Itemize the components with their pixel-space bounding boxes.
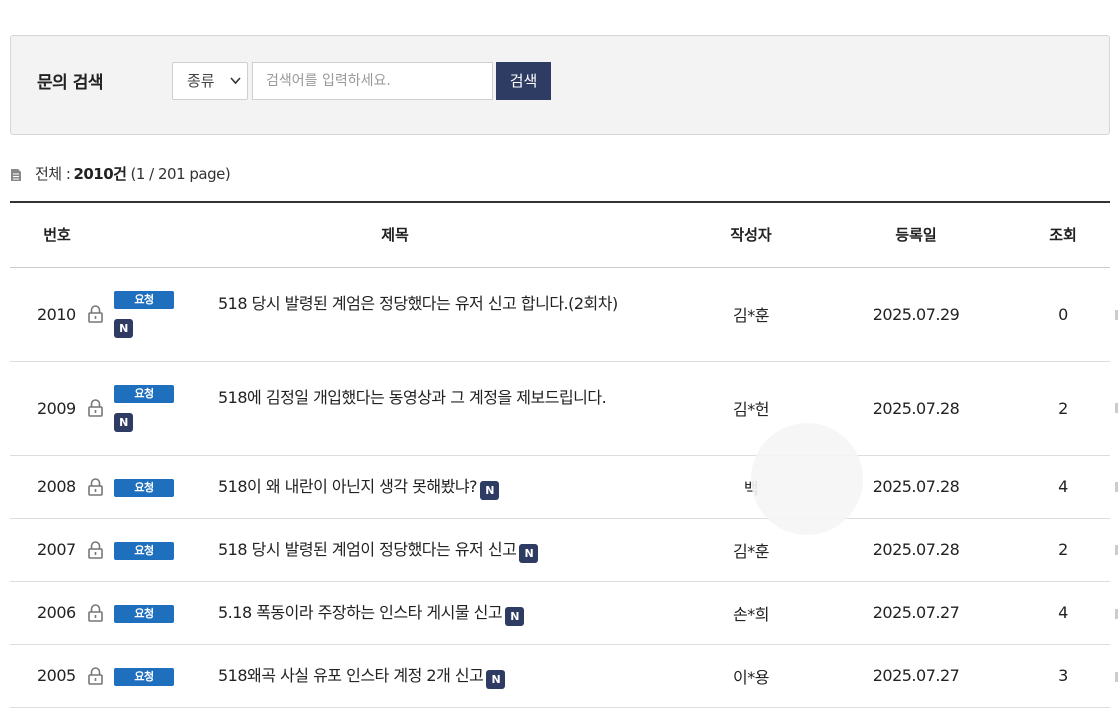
row-title-link[interactable]: 518왜곡 사실 유포 인스타 계정 2개 신고 bbox=[218, 666, 484, 685]
table-row[interactable]: 2009 요청 N 518에 김정일 개입했다는 동영상과 그 계정을 제보드립니… bbox=[10, 361, 1111, 456]
new-badge: N bbox=[486, 670, 506, 689]
table-header-row: 번호 제목 작성자 등록일 조회 bbox=[10, 201, 1111, 268]
lock-icon bbox=[87, 666, 103, 685]
row-date: 2025.07.29 bbox=[872, 304, 960, 324]
inquiry-table: 번호 제목 작성자 등록일 조회 2010 요청 N 518 당시 발령된 계엄은… bbox=[10, 201, 1111, 708]
row-date: 2025.07.27 bbox=[872, 603, 960, 622]
row-views: 2 bbox=[1058, 398, 1068, 418]
page-info: (1 / 201 page) bbox=[130, 164, 231, 183]
header-title: 제목 bbox=[104, 201, 687, 268]
new-badge: N bbox=[114, 318, 133, 338]
row-number: 2008 bbox=[37, 477, 76, 496]
row-views: 0 bbox=[1058, 304, 1068, 324]
new-badge: N bbox=[114, 412, 133, 432]
chevron-down-icon bbox=[230, 63, 241, 114]
search-input[interactable] bbox=[252, 62, 493, 100]
row-author: 손*희 bbox=[733, 604, 769, 624]
row-date: 2025.07.28 bbox=[872, 540, 960, 559]
row-number: 2009 bbox=[37, 398, 76, 418]
header-date: 등록일 bbox=[816, 201, 1017, 268]
request-badge: 요청 bbox=[114, 605, 174, 623]
category-select-value: 종류 bbox=[187, 72, 215, 90]
table-row[interactable]: 2008 요청 518이 왜 내란이 아닌지 생각 못해봤냐?N 백 2025.… bbox=[10, 455, 1111, 519]
row-views: 2 bbox=[1058, 540, 1068, 559]
lock-icon bbox=[87, 540, 103, 559]
header-num: 번호 bbox=[10, 201, 104, 268]
row-title-link[interactable]: 518이 왜 내란이 아닌지 생각 못해봤냐? bbox=[218, 477, 478, 496]
row-number: 2007 bbox=[37, 540, 76, 559]
request-badge: 요청 bbox=[114, 668, 174, 686]
row-author: 이*용 bbox=[733, 667, 769, 687]
row-number: 2006 bbox=[37, 603, 76, 622]
row-date: 2025.07.27 bbox=[872, 666, 960, 685]
document-icon bbox=[11, 168, 21, 181]
row-views: 3 bbox=[1058, 666, 1068, 685]
row-number: 2005 bbox=[37, 666, 76, 685]
overlay-circle bbox=[751, 423, 863, 535]
request-badge: 요청 bbox=[114, 384, 174, 403]
new-badge: N bbox=[480, 481, 500, 500]
table-row[interactable]: 2005 요청 518왜곡 사실 유포 인스타 계정 2개 신고 N 이*용 20… bbox=[10, 644, 1111, 708]
total-count: 전체 : 2010건 (1 / 201 page) bbox=[10, 163, 231, 184]
search-title: 문의 검색 bbox=[37, 73, 103, 93]
category-select[interactable]: 종류 bbox=[172, 62, 248, 100]
request-badge: 요청 bbox=[114, 542, 174, 560]
row-title-link[interactable]: 518에 김정일 개입했다는 동영상과 그 계정을 제보드립니다. bbox=[218, 388, 607, 407]
row-author: 김*헌 bbox=[733, 400, 769, 419]
request-badge: 요청 bbox=[114, 479, 174, 497]
search-panel: 문의 검색 종류 검색 bbox=[10, 35, 1110, 135]
row-author: 김*훈 bbox=[733, 306, 769, 325]
row-date: 2025.07.28 bbox=[872, 398, 960, 418]
row-views: 4 bbox=[1058, 477, 1068, 496]
row-date: 2025.07.28 bbox=[872, 477, 960, 496]
table-row[interactable]: 2010 요청 N 518 당시 발령된 계엄은 정당했다는 유저 신고 합니다.… bbox=[10, 267, 1111, 362]
lock-icon bbox=[87, 399, 103, 417]
row-title-link[interactable]: 5.18 폭동이라 주장하는 인스타 게시물 신고 bbox=[218, 603, 503, 622]
table-row[interactable]: 2007 요청 518 당시 발령된 계엄이 정당했다는 유저 신고 N 김*훈 … bbox=[10, 518, 1111, 582]
table-row[interactable]: 2006 요청 5.18 폭동이라 주장하는 인스타 게시물 신고 N 손*희 2… bbox=[10, 581, 1111, 645]
row-views: 4 bbox=[1058, 603, 1068, 622]
total-label: 전체 : bbox=[35, 165, 71, 183]
total-number: 2010건 bbox=[73, 165, 127, 183]
new-badge: N bbox=[519, 544, 539, 563]
lock-icon bbox=[87, 603, 103, 622]
header-author: 작성자 bbox=[686, 201, 817, 268]
header-views: 조회 bbox=[1016, 201, 1111, 268]
request-badge: 요청 bbox=[114, 290, 174, 309]
row-number: 2010 bbox=[37, 304, 76, 324]
row-title-link[interactable]: 518 당시 발령된 계엄은 정당했다는 유저 신고 합니다.(2회차) bbox=[218, 294, 618, 313]
lock-icon bbox=[87, 305, 103, 323]
row-author: 김*훈 bbox=[733, 541, 769, 561]
new-badge: N bbox=[505, 607, 525, 626]
search-button[interactable]: 검색 bbox=[496, 62, 551, 100]
lock-icon bbox=[87, 477, 103, 496]
row-title-link[interactable]: 518 당시 발령된 계엄이 정당했다는 유저 신고 bbox=[218, 540, 517, 559]
